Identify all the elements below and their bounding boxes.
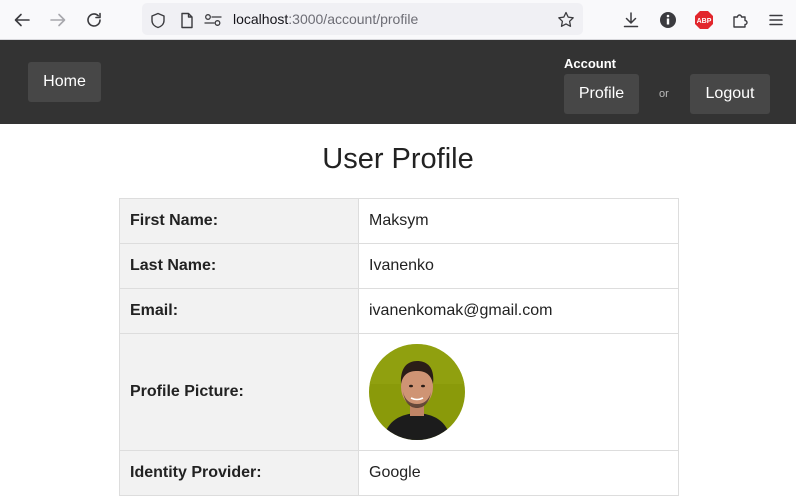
home-button[interactable]: Home bbox=[28, 62, 101, 102]
download-icon[interactable] bbox=[620, 9, 642, 31]
bookmark-star-icon[interactable] bbox=[557, 11, 575, 29]
url-text[interactable]: localhost:3000/account/profile bbox=[233, 11, 418, 27]
url-host: localhost bbox=[233, 11, 289, 27]
first-name-label: First Name: bbox=[119, 198, 359, 244]
avatar bbox=[369, 344, 465, 440]
table-row: Last Name: Ivanenko bbox=[119, 243, 679, 289]
profile-table: First Name: Maksym Last Name: Ivanenko E… bbox=[119, 198, 679, 496]
adblock-abp-icon[interactable]: ABP bbox=[693, 9, 715, 31]
identity-provider-label: Identity Provider: bbox=[119, 450, 359, 496]
logout-button[interactable]: Logout bbox=[690, 74, 770, 114]
or-separator: or bbox=[659, 88, 669, 100]
browser-toolbar: localhost:3000/account/profile ABP bbox=[0, 0, 796, 40]
first-name-value: Maksym bbox=[358, 198, 679, 244]
table-row: Email: ivanenkomak@gmail.com bbox=[119, 288, 679, 334]
profile-button[interactable]: Profile bbox=[564, 74, 639, 114]
app-header: Home Account Profile or Logout bbox=[0, 40, 796, 124]
address-bar[interactable]: localhost:3000/account/profile bbox=[142, 3, 583, 35]
extensions-puzzle-icon[interactable] bbox=[729, 9, 751, 31]
table-row: Profile Picture: bbox=[119, 333, 679, 451]
menu-icon[interactable] bbox=[765, 9, 787, 31]
identity-provider-value: Google bbox=[358, 450, 679, 496]
profile-picture-cell bbox=[358, 333, 679, 451]
back-icon[interactable] bbox=[9, 8, 35, 32]
permissions-icon[interactable] bbox=[204, 11, 222, 29]
last-name-label: Last Name: bbox=[119, 243, 359, 289]
forward-icon[interactable] bbox=[45, 8, 71, 32]
table-row: Identity Provider: Google bbox=[119, 450, 679, 496]
abp-label: ABP bbox=[697, 18, 712, 25]
url-path: :3000/account/profile bbox=[288, 11, 419, 27]
profile-picture-label: Profile Picture: bbox=[119, 333, 359, 451]
extension-i-icon[interactable] bbox=[657, 9, 679, 31]
table-row: First Name: Maksym bbox=[119, 198, 679, 244]
email-value: ivanenkomak@gmail.com bbox=[358, 288, 679, 334]
reload-icon[interactable] bbox=[81, 8, 107, 32]
account-label: Account bbox=[564, 56, 616, 71]
page-title: User Profile bbox=[322, 143, 474, 175]
last-name-value: Ivanenko bbox=[358, 243, 679, 289]
page-icon[interactable] bbox=[178, 11, 196, 29]
email-label: Email: bbox=[119, 288, 359, 334]
shield-icon[interactable] bbox=[149, 11, 167, 29]
